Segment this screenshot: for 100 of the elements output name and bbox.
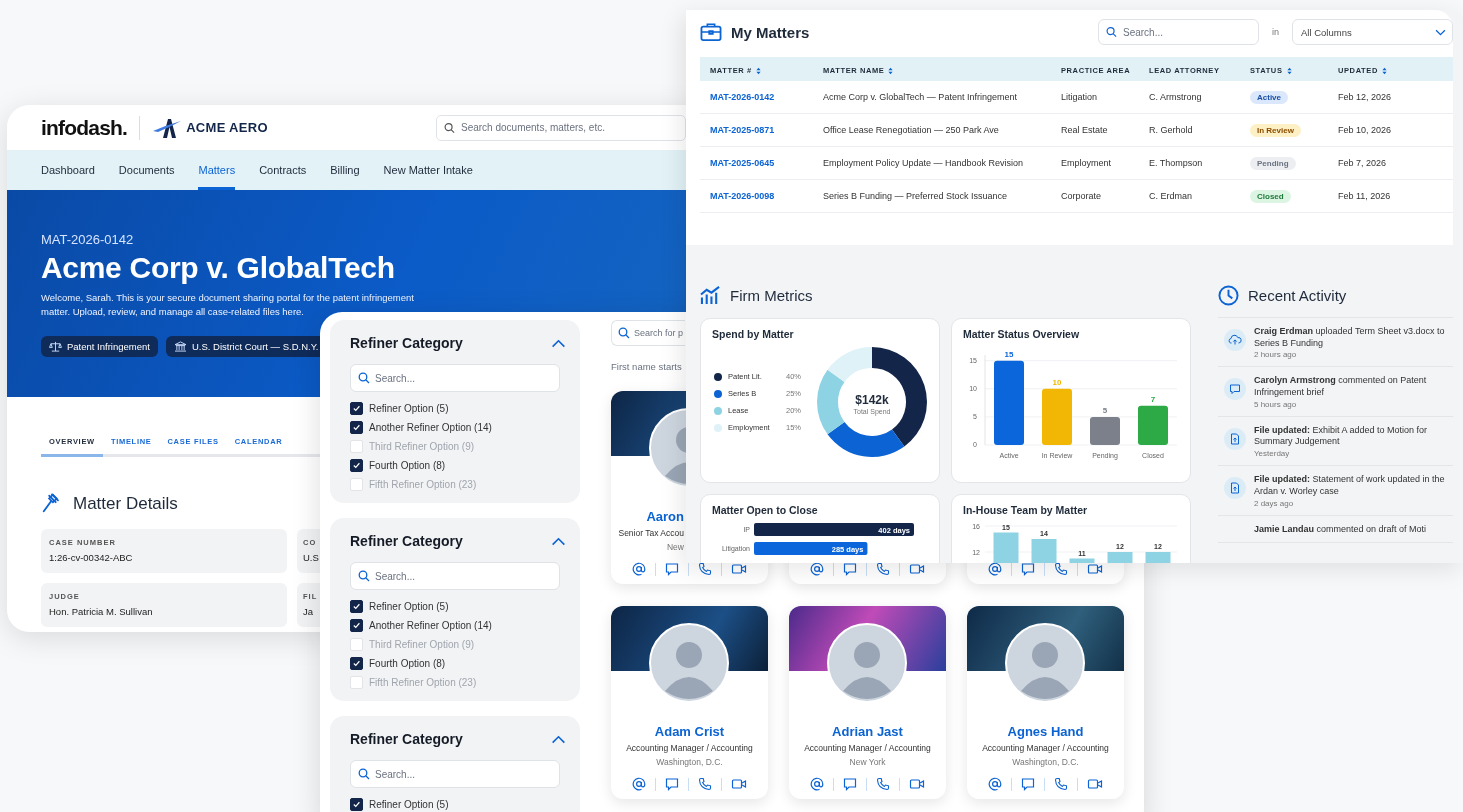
chevron-up-icon[interactable] <box>551 734 566 744</box>
checkmark-icon <box>352 461 361 470</box>
phone-icon[interactable] <box>1054 777 1068 791</box>
search-field[interactable]: Search documents, matters, etc. <box>436 114 686 141</box>
search-field[interactable]: Search... <box>1098 19 1259 45</box>
nav-link[interactable]: Documents <box>118 150 175 190</box>
person-name[interactable]: Aaron <box>615 509 684 524</box>
video-icon[interactable] <box>909 562 925 576</box>
email-icon[interactable] <box>988 562 1002 576</box>
video-icon[interactable] <box>909 777 925 791</box>
search-icon <box>358 372 370 384</box>
person-name[interactable]: Adam Crist <box>615 724 764 739</box>
panel-title: My Matters <box>731 23 810 41</box>
person-name[interactable]: Agnes Hand <box>971 724 1120 739</box>
search-field[interactable]: Search... <box>350 760 560 788</box>
search-icon <box>618 327 630 339</box>
chart-title: In-House Team by Matter <box>963 504 1089 516</box>
checkmark-icon <box>352 800 361 809</box>
chevron-up-icon[interactable] <box>551 536 566 546</box>
activity-text: File updated: Exhibit A added to Motion for Summary Judgement <box>1254 424 1429 449</box>
chat-icon[interactable] <box>665 562 679 576</box>
nav-link[interactable]: New Matter Intake <box>383 150 473 190</box>
matter-link[interactable]: MAT-2026-0142 <box>710 92 775 102</box>
video-icon[interactable] <box>1087 562 1103 576</box>
matter-link[interactable]: MAT-2025-0645 <box>710 158 775 168</box>
activity-text: Carolyn Armstrong commented on Patent Infringement brief <box>1254 375 1428 399</box>
table-cell: Series B Funding — Preferred Stock Issuance <box>823 191 1008 201</box>
refiner-title: Refiner Category <box>350 335 463 351</box>
brand-logo: infodash. <box>41 115 128 140</box>
refiner-title: Refiner Category <box>350 731 463 747</box>
search-field[interactable]: Search for p <box>611 320 685 346</box>
sort-icon[interactable] <box>888 66 894 75</box>
table-cell: Feb 12, 2026 <box>1338 92 1392 102</box>
column-select[interactable]: All Columns <box>1292 19 1453 45</box>
checkbox[interactable] <box>350 402 363 415</box>
email-icon[interactable] <box>632 562 646 576</box>
matter-link[interactable]: MAT-2026-0098 <box>710 191 775 201</box>
search-field[interactable]: Search... <box>350 562 560 590</box>
table-cell: E. Thompson <box>1149 158 1203 168</box>
option-label[interactable]: Fourth Option (8) <box>369 460 446 471</box>
video-icon[interactable] <box>1087 777 1103 791</box>
nav-link[interactable]: Dashboard <box>41 150 95 190</box>
phone-icon[interactable] <box>698 562 712 576</box>
sort-icon[interactable] <box>1286 66 1292 75</box>
table-cell: Real Estate <box>1061 125 1108 135</box>
bar <box>1145 552 1171 563</box>
section-title: Matter Details <box>73 494 178 514</box>
file-icon <box>1224 427 1246 450</box>
bar <box>1031 539 1057 563</box>
chat-icon[interactable] <box>843 777 857 791</box>
email-icon[interactable] <box>810 562 824 576</box>
phone-icon[interactable] <box>876 562 890 576</box>
chat-icon[interactable] <box>665 777 679 791</box>
email-icon[interactable] <box>988 777 1002 791</box>
phone-icon[interactable] <box>1054 562 1068 576</box>
checkbox[interactable] <box>350 798 363 811</box>
status-badge: Closed <box>1250 189 1291 203</box>
table-cell: R. Gerhold <box>1149 125 1193 135</box>
status-badge: Pending <box>1250 156 1296 170</box>
scales-icon <box>49 340 62 352</box>
option-label[interactable]: Refiner Option (5) <box>369 799 449 810</box>
section-title: Firm Metrics <box>730 286 813 304</box>
option-label[interactable]: Another Refiner Option (14) <box>369 620 492 631</box>
sort-icon[interactable] <box>1381 66 1387 75</box>
option-label[interactable]: Refiner Option (5) <box>369 403 449 414</box>
chart-title: Matter Status Overview <box>963 328 1081 340</box>
checkbox[interactable] <box>350 600 363 613</box>
data-label: 7 <box>1150 394 1156 404</box>
video-icon[interactable] <box>731 777 747 791</box>
phone-icon[interactable] <box>876 777 890 791</box>
checkbox[interactable] <box>350 657 363 670</box>
email-icon[interactable] <box>810 777 824 791</box>
phone-icon[interactable] <box>698 777 712 791</box>
file-icon <box>1224 477 1246 500</box>
search-icon <box>1106 26 1117 38</box>
nav-link[interactable]: Billing <box>330 150 360 190</box>
option-label[interactable]: Refiner Option (5) <box>369 601 449 612</box>
chevron-up-icon[interactable] <box>551 338 566 348</box>
checkbox[interactable] <box>350 619 363 632</box>
chat-icon[interactable] <box>843 562 857 576</box>
nav-link[interactable]: Contracts <box>259 150 307 190</box>
search-field[interactable]: Search... <box>350 364 560 392</box>
option-label[interactable]: Another Refiner Option (14) <box>369 422 492 433</box>
clock-icon <box>1218 284 1239 306</box>
email-icon[interactable] <box>632 777 646 791</box>
client-logo: ACME AERO <box>186 120 268 135</box>
option-label[interactable]: Fourth Option (8) <box>369 658 446 669</box>
chevron-down-icon <box>1435 28 1446 36</box>
sort-icon[interactable] <box>755 66 761 75</box>
video-icon[interactable] <box>731 562 747 576</box>
person-role: Accounting Manager / Accounting <box>625 743 754 753</box>
table-cell: C. Armstrong <box>1149 92 1202 102</box>
chat-icon[interactable] <box>1021 562 1035 576</box>
checkbox[interactable] <box>350 421 363 434</box>
matter-link[interactable]: MAT-2025-0871 <box>710 125 775 135</box>
checkbox[interactable] <box>350 459 363 472</box>
person-name[interactable]: Adrian Jast <box>793 724 942 739</box>
chat-icon[interactable] <box>1021 777 1035 791</box>
briefcase-icon <box>700 22 722 42</box>
search-icon <box>358 768 370 780</box>
